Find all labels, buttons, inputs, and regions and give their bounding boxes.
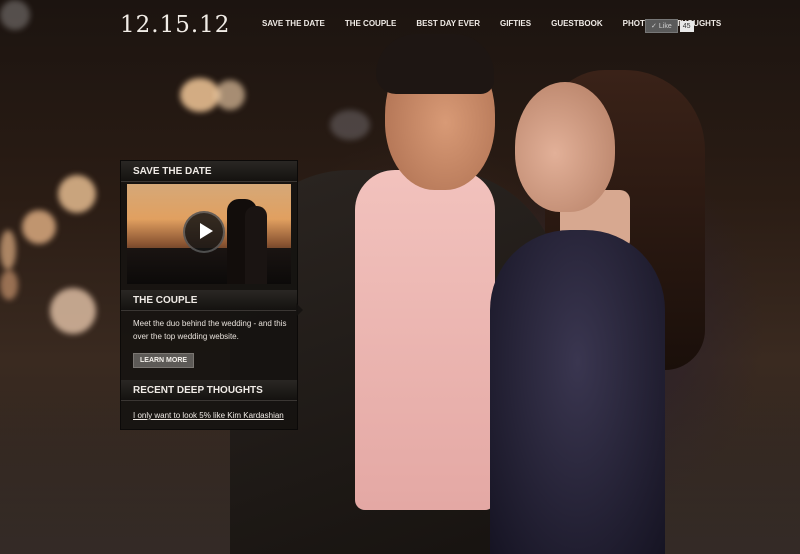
like-label: Like: [658, 22, 672, 30]
nav-guestbook[interactable]: GUESTBOOK: [541, 19, 613, 28]
bokeh-light: [0, 270, 18, 300]
site-logo[interactable]: 12.15.12: [120, 12, 230, 38]
thumbs-up-icon: ✓: [651, 23, 657, 30]
the-couple-description: Meet the duo behind the wedding - and th…: [133, 319, 287, 341]
woman-face: [515, 82, 615, 212]
panel-pointer-arrow: [296, 303, 303, 317]
bokeh-light: [0, 230, 16, 270]
like-count: 45: [679, 20, 694, 32]
woman-dress: [490, 230, 665, 554]
save-the-date-heading: SAVE THE DATE: [121, 161, 297, 182]
bokeh-light: [330, 110, 370, 140]
bokeh-light: [215, 80, 245, 110]
side-panel: SAVE THE DATE THE COUPLE Meet the duo be…: [120, 160, 298, 430]
recent-thought-link[interactable]: I only want to look 5% like Kim Kardashi…: [121, 401, 297, 420]
video-couple-silhouette: [245, 206, 267, 284]
nav-gifties[interactable]: GIFTIES: [490, 19, 541, 28]
the-couple-heading: THE COUPLE: [121, 290, 297, 311]
recent-thoughts-heading: RECENT DEEP THOUGHTS: [121, 380, 297, 401]
nav-best-day-ever[interactable]: BEST DAY EVER: [406, 19, 490, 28]
bokeh-light: [180, 78, 220, 112]
bokeh-light: [58, 175, 96, 213]
man-shirt: [355, 170, 495, 510]
learn-more-button[interactable]: LEARN MORE: [133, 353, 195, 368]
save-the-date-video[interactable]: [127, 184, 291, 284]
man-hair: [376, 34, 494, 94]
like-button[interactable]: ✓ Like: [645, 19, 678, 33]
bokeh-light: [50, 288, 96, 334]
play-icon[interactable]: [183, 211, 225, 253]
bokeh-light: [0, 0, 30, 30]
nav-the-couple[interactable]: THE COUPLE: [335, 19, 407, 28]
like-widget: ✓ Like 45: [645, 19, 694, 33]
bokeh-light: [22, 210, 56, 244]
nav-save-the-date[interactable]: SAVE THE DATE: [252, 19, 335, 28]
